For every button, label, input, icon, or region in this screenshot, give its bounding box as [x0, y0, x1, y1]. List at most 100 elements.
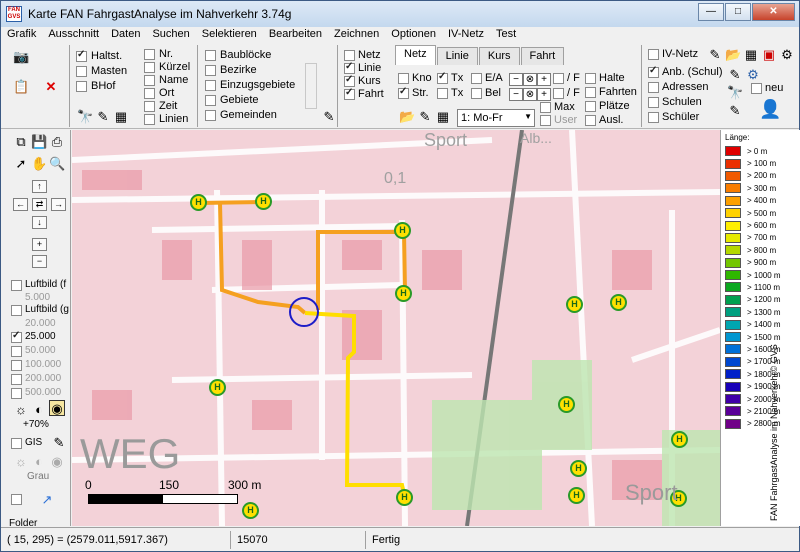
linien-checkbox[interactable] [144, 114, 155, 125]
fahrten-checkbox[interactable] [585, 87, 596, 98]
reset-button-2[interactable]: ⊗ [523, 88, 537, 101]
user-icon[interactable]: 👤 [759, 100, 781, 123]
str-checkbox[interactable] [398, 86, 409, 99]
stop-marker[interactable]: H [395, 285, 412, 302]
stop-marker[interactable]: H [242, 502, 259, 519]
copy-icon[interactable]: ⧉ [13, 134, 29, 150]
linie-checkbox[interactable] [344, 61, 355, 74]
ort-checkbox[interactable] [144, 88, 155, 99]
edit-icon[interactable]: ✎ [51, 435, 67, 451]
scale-5000[interactable]: 5.000 [25, 292, 50, 303]
table-icon[interactable]: ▦ [113, 109, 129, 125]
tab-netz[interactable]: Netz [395, 45, 436, 65]
scale-25000-checkbox[interactable] [11, 330, 22, 343]
stop-marker[interactable]: H [190, 194, 207, 211]
day-select[interactable]: 1: Mo-Fr [457, 109, 535, 127]
tab-kurs[interactable]: Kurs [478, 47, 520, 65]
binoculars-icon[interactable]: 🔭 [77, 109, 93, 125]
contrast-icon[interactable]: ◐ [31, 454, 47, 470]
brightness-icon[interactable]: ☼ [13, 454, 29, 470]
menu-ausschnitt[interactable]: Ausschnitt [42, 27, 105, 43]
stop-marker[interactable]: H [568, 487, 585, 504]
pointer-icon[interactable]: ➚ [13, 156, 29, 172]
folder-icon[interactable]: 📂 [399, 109, 415, 125]
save-icon[interactable]: 💾 [31, 134, 47, 150]
kurs-checkbox[interactable] [344, 74, 355, 87]
ausl-checkbox[interactable] [585, 115, 596, 126]
minus-button[interactable]: − [509, 73, 523, 86]
saturation-icon[interactable]: ◉ [49, 400, 65, 416]
haltst-checkbox[interactable] [76, 49, 87, 62]
menu-test[interactable]: Test [490, 27, 522, 43]
arrow-icon[interactable]: ↗ [39, 492, 55, 508]
table-icon[interactable]: ▦ [743, 47, 759, 63]
f1-checkbox[interactable] [553, 73, 564, 84]
scale-500000[interactable]: 500.000 [25, 387, 61, 398]
pan-down-button[interactable]: ↓ [32, 216, 47, 229]
edit-icon[interactable]: ✎ [321, 109, 337, 125]
hand-icon[interactable]: ✋ [31, 156, 47, 172]
table-icon[interactable]: ▦ [435, 109, 451, 125]
tab-fahrt[interactable]: Fahrt [520, 47, 565, 65]
f2-checkbox[interactable] [553, 88, 564, 99]
gebiete-checkbox[interactable] [205, 95, 216, 106]
stop-marker[interactable]: H [566, 296, 583, 313]
schuler-checkbox[interactable] [648, 112, 659, 123]
menu-daten[interactable]: Daten [105, 27, 146, 43]
stop-marker[interactable]: H [396, 489, 413, 506]
edit-icon[interactable]: ✎ [727, 67, 743, 83]
map-canvas[interactable]: H H H H H H H H H H H H H H Sport Alb...… [72, 130, 720, 526]
stop-marker[interactable]: H [394, 222, 411, 239]
extra-checkbox[interactable] [11, 494, 22, 505]
luftbild1-checkbox[interactable] [11, 280, 22, 291]
stop-marker[interactable]: H [558, 396, 575, 413]
bel-checkbox[interactable] [471, 88, 482, 99]
nr-checkbox[interactable] [144, 49, 155, 60]
scale-50000-checkbox[interactable] [11, 346, 22, 357]
baublocke-checkbox[interactable] [205, 50, 216, 61]
zeit-checkbox[interactable] [144, 101, 155, 112]
close-button[interactable]: ✕ [752, 3, 795, 21]
tx2-checkbox[interactable] [437, 88, 448, 99]
refresh-button[interactable]: ⇄ [32, 198, 47, 211]
kurzel-checkbox[interactable] [144, 62, 155, 73]
anb-schul-checkbox[interactable] [648, 65, 659, 78]
scale-20000[interactable]: 20.000 [25, 318, 56, 329]
scale-100000-checkbox[interactable] [11, 360, 22, 371]
binoculars-icon[interactable]: 🔭 [727, 85, 743, 101]
plus-button-2[interactable]: + [537, 88, 551, 101]
menu-iv-netz[interactable]: IV-Netz [442, 27, 490, 43]
tab-linie[interactable]: Linie [436, 47, 478, 65]
netz-checkbox[interactable] [344, 50, 355, 61]
platze-checkbox[interactable] [585, 101, 596, 112]
menu-zeichnen[interactable]: Zeichnen [328, 27, 385, 43]
menu-suchen[interactable]: Suchen [146, 27, 195, 43]
brightness-icon[interactable]: ☼ [13, 402, 29, 418]
einzugsgebiete-checkbox[interactable] [205, 80, 216, 91]
menu-optionen[interactable]: Optionen [385, 27, 442, 43]
delete-icon[interactable]: ✕ [43, 79, 59, 95]
pan-right-button[interactable]: → [51, 198, 66, 211]
print-icon[interactable]: ⎙ [49, 134, 65, 150]
stop-marker[interactable]: H [570, 460, 587, 477]
bezirke-checkbox[interactable] [205, 65, 216, 76]
gis-checkbox[interactable] [11, 438, 22, 449]
zoom-out-button[interactable]: − [32, 255, 47, 268]
menu-grafik[interactable]: Grafik [1, 27, 42, 43]
clipboard-icon[interactable]: 📋 [13, 79, 29, 95]
bhof-checkbox[interactable] [76, 81, 87, 92]
menu-bearbeiten[interactable]: Bearbeiten [263, 27, 328, 43]
maximize-button[interactable]: □ [725, 3, 751, 21]
reset-button[interactable]: ⊗ [523, 73, 537, 86]
camera-icon[interactable]: 📷 [13, 49, 29, 65]
stop-marker[interactable]: H [209, 379, 226, 396]
scale-50000[interactable]: 50.000 [25, 345, 56, 356]
edit-icon[interactable]: ✎ [417, 109, 433, 125]
saturation-icon[interactable]: ◉ [49, 454, 65, 470]
adressen-checkbox[interactable] [648, 82, 659, 93]
tx1-checkbox[interactable] [437, 71, 448, 84]
kno-checkbox[interactable] [398, 73, 409, 84]
stop-marker[interactable]: H [671, 431, 688, 448]
pan-left-button[interactable]: ← [13, 198, 28, 211]
zoom-icon[interactable]: 🔍 [49, 156, 65, 172]
